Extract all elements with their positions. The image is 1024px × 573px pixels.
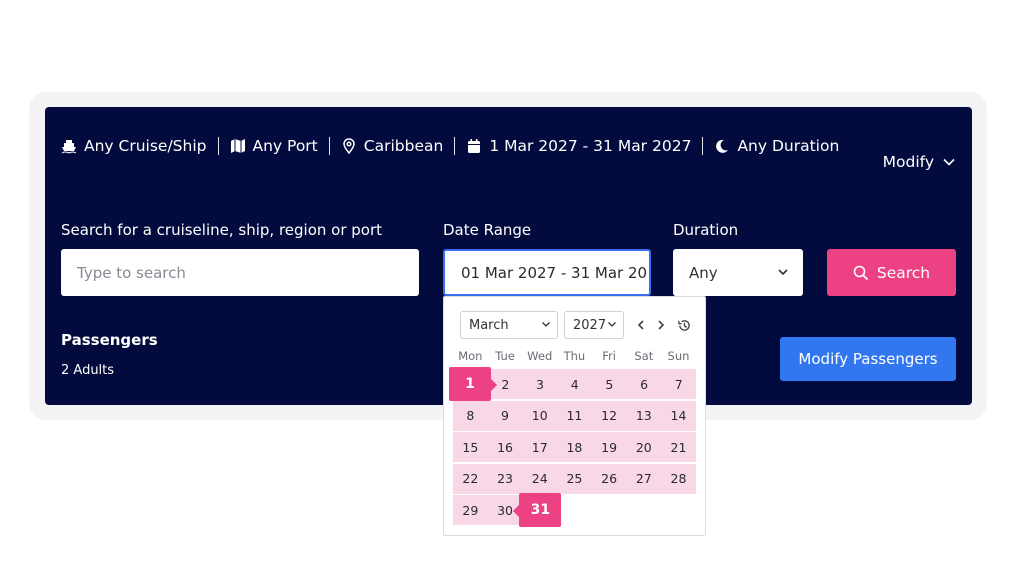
weekday-label: Sun (667, 349, 690, 363)
calendar-day[interactable]: 13 (626, 400, 662, 431)
search-summary-bar: Any Cruise/Ship Any Port Caribbean 1 Mar… (61, 137, 839, 155)
calendar-day[interactable]: 12 (591, 400, 627, 431)
calendar-day[interactable]: 8 (453, 400, 488, 431)
search-button-label: Search (876, 263, 931, 282)
calendar-day[interactable]: 26 (591, 463, 627, 494)
calendar-day-range-end[interactable]: 31 (513, 493, 562, 528)
summary-divider (702, 137, 704, 155)
calendar-day[interactable]: 9 (487, 400, 523, 431)
calendar-week-row: 8 9 10 11 12 13 14 (453, 400, 697, 433)
search-button[interactable]: Search (827, 249, 956, 296)
calendar-day[interactable]: 22 (453, 463, 488, 494)
date-range-label: Date Range (443, 221, 532, 239)
date-picker-calendar: March 2027 Mon Tue Wed Thu Fri Sat Sun 1… (443, 296, 706, 536)
modify-passengers-button[interactable]: Modify Passengers (780, 337, 956, 381)
weekday-label: Mon (458, 349, 483, 363)
calendar-day[interactable]: 18 (557, 432, 592, 463)
chevron-down-icon (942, 155, 956, 169)
chevron-down-icon (607, 318, 617, 333)
summary-port: Any Port (230, 137, 318, 155)
weekday-label: Thu (563, 349, 586, 363)
calendar-day[interactable]: 7 (661, 369, 697, 399)
calendar-day[interactable]: 23 (487, 463, 523, 494)
location-pin-icon (341, 138, 357, 154)
duration-value: Any (689, 263, 718, 282)
modify-label: Modify (882, 153, 934, 171)
calendar-day[interactable]: 15 (453, 432, 488, 463)
calendar-day[interactable]: 16 (487, 432, 523, 463)
passengers-value: 2 Adults (61, 363, 115, 378)
summary-ship-text: Any Cruise/Ship (84, 137, 207, 155)
calendar-day[interactable]: 19 (591, 432, 627, 463)
passengers-title: Passengers (61, 331, 158, 349)
calendar-day[interactable]: 14 (661, 400, 696, 431)
calendar-day[interactable]: 5 (592, 369, 627, 399)
summary-duration: Any Duration (714, 137, 839, 155)
date-range-value: 01 Mar 2027 - 31 Mar 20 (461, 263, 648, 282)
year-select[interactable]: 2027 (564, 311, 624, 339)
moon-icon (714, 138, 730, 154)
map-icon (230, 138, 246, 154)
search-icon (853, 265, 869, 281)
calendar-day-grid: 1 2 3 4 5 6 7 8 9 10 11 12 13 14 15 16 17 18 19 20 21 22 23 24 2… (449, 367, 697, 528)
calendar-day[interactable]: 10 (522, 400, 558, 431)
weekday-label: Fri (602, 349, 616, 363)
chevron-down-icon (541, 318, 551, 333)
summary-port-text: Any Port (252, 137, 318, 155)
calendar-icon (466, 138, 482, 154)
search-input[interactable]: Type to search (61, 249, 419, 296)
calendar-day-range-start[interactable]: 1 (449, 367, 497, 401)
calendar-empty-cell (627, 495, 662, 525)
summary-divider (454, 137, 456, 155)
calendar-day[interactable]: 4 (557, 369, 593, 399)
calendar-header: March 2027 (460, 311, 692, 339)
calendar-empty-cell (661, 495, 696, 525)
summary-dates: 1 Mar 2027 - 31 Mar 2027 (466, 137, 691, 155)
calendar-day[interactable]: 25 (557, 463, 592, 494)
month-value: March (469, 317, 509, 333)
summary-duration-text: Any Duration (737, 137, 840, 155)
chevron-left-icon[interactable] (633, 317, 649, 333)
calendar-day[interactable]: 27 (626, 463, 662, 494)
year-value: 2027 (573, 317, 607, 333)
calendar-day[interactable]: 6 (626, 369, 662, 399)
calendar-empty-cell (557, 495, 592, 525)
chevron-down-icon (777, 264, 789, 282)
calendar-day[interactable]: 24 (522, 463, 558, 494)
calendar-day[interactable]: 29 (453, 495, 488, 526)
calendar-day[interactable]: 20 (626, 432, 662, 463)
modify-toggle[interactable]: Modify (883, 153, 956, 171)
calendar-week-row: 29 30 31 (453, 493, 697, 528)
calendar-day[interactable]: 28 (661, 463, 696, 494)
ship-icon (61, 138, 77, 154)
summary-dates-text: 1 Mar 2027 - 31 Mar 2027 (489, 137, 692, 155)
modify-passengers-label: Modify Passengers (798, 350, 938, 368)
duration-label: Duration (673, 221, 739, 239)
month-select[interactable]: March (460, 311, 558, 339)
history-icon[interactable] (676, 317, 692, 333)
summary-region-text: Caribbean (363, 137, 444, 155)
summary-region: Caribbean (341, 137, 444, 155)
search-label: Search for a cruiseline, ship, region or… (61, 221, 383, 239)
weekday-label: Wed (527, 349, 553, 363)
summary-divider (217, 137, 219, 155)
chevron-right-icon[interactable] (653, 317, 669, 333)
weekday-label: Tue (495, 349, 515, 363)
weekday-label: Sat (634, 349, 654, 363)
calendar-day[interactable]: 11 (557, 400, 592, 431)
calendar-week-row: 22 23 24 25 26 27 28 (453, 463, 697, 496)
weekday-header: Mon Tue Wed Thu Fri Sat Sun (453, 349, 696, 363)
calendar-week-row: 15 16 17 18 19 20 21 (453, 432, 697, 464)
summary-divider (328, 137, 330, 155)
calendar-week-row: 1234567 (449, 367, 697, 401)
calendar-day[interactable]: 17 (522, 432, 558, 463)
date-range-input[interactable]: 01 Mar 2027 - 31 Mar 20 (443, 249, 651, 296)
calendar-day[interactable]: 3 (522, 369, 558, 399)
summary-ship: Any Cruise/Ship (61, 137, 207, 155)
search-placeholder: Type to search (77, 263, 186, 282)
calendar-day[interactable]: 21 (661, 432, 696, 463)
duration-select[interactable]: Any (673, 249, 803, 296)
calendar-empty-cell (592, 495, 627, 525)
